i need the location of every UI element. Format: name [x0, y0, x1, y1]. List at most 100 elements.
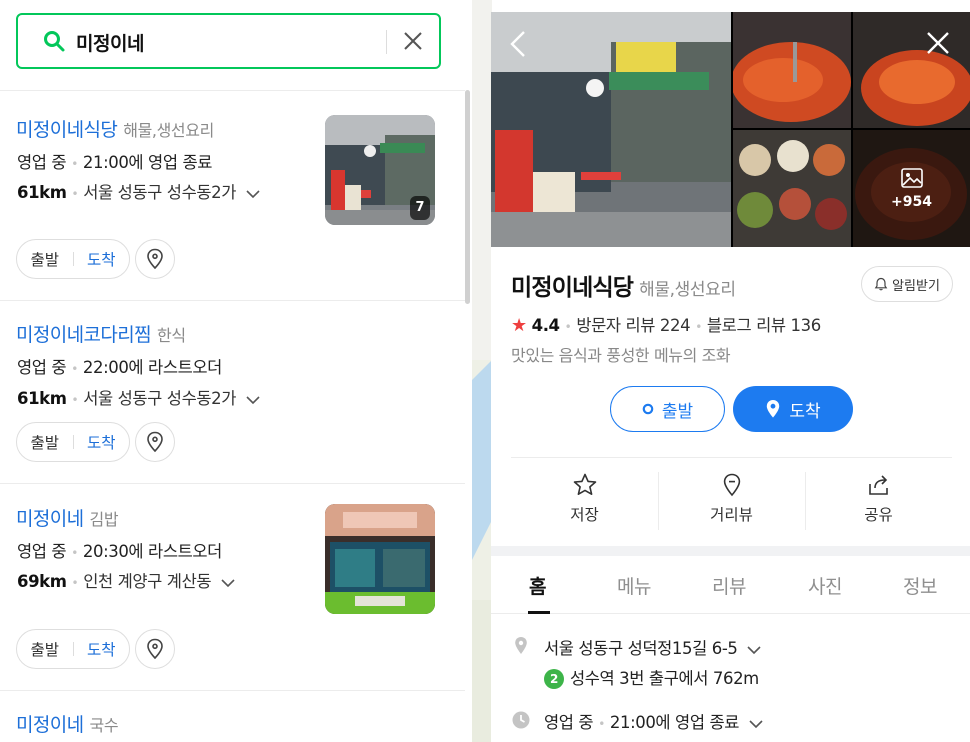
map-pin-icon — [147, 638, 163, 660]
arrive-button[interactable]: 도착 — [73, 431, 129, 453]
depart-button[interactable]: 출발 — [17, 431, 73, 453]
result-thumbnail[interactable] — [325, 504, 435, 614]
result-distance: 61km — [17, 389, 67, 408]
arrive-label: 도착 — [789, 401, 821, 422]
map-pin-button[interactable] — [135, 629, 175, 669]
section-gap — [491, 546, 970, 556]
status-label: 영업 중 — [17, 542, 67, 561]
result-title[interactable]: 미정이네식당 해물,생선요리 — [16, 115, 214, 142]
result-address-row[interactable]: 61km • 서울 성동구 성수동2가 — [17, 179, 260, 203]
search-icon — [44, 31, 65, 52]
results-scrollbar[interactable] — [465, 90, 470, 304]
depart-button[interactable]: 출발 — [17, 248, 73, 270]
visitor-reviews-link[interactable]: 방문자 리뷰 224 — [576, 316, 690, 335]
result-address-row[interactable]: 69km • 인천 계양구 계산동 — [17, 568, 235, 592]
street-view-label: 거리뷰 — [710, 506, 753, 524]
result-address: 서울 성동구 성수동2가 — [83, 389, 237, 408]
route-buttons: 출발 도착 — [16, 239, 130, 279]
map-pin-icon — [767, 400, 780, 418]
arrive-button[interactable]: 도착 — [73, 248, 129, 270]
actions-divider — [511, 457, 952, 458]
status-detail: 21:00에 영업 종료 — [609, 713, 740, 732]
map-pin-icon — [147, 248, 163, 270]
bell-icon — [874, 277, 888, 291]
depart-button[interactable]: 출발 — [610, 386, 725, 432]
clear-search-icon[interactable] — [402, 30, 424, 52]
hours-row[interactable]: 영업 중 • 21:00에 영업 종료 — [544, 709, 763, 733]
origin-dot-icon — [642, 403, 654, 415]
result-name[interactable]: 미정이네 — [16, 714, 84, 736]
tab-info[interactable]: 정보 — [903, 572, 937, 599]
tab-home[interactable]: 홈 — [529, 572, 546, 599]
food-photo[interactable] — [733, 130, 851, 247]
food-photo[interactable] — [853, 12, 970, 128]
result-divider — [0, 483, 465, 484]
map-background — [472, 0, 492, 742]
depart-button[interactable]: 출발 — [17, 638, 73, 660]
place-address: 서울 성동구 성덕정15길 6-5 — [544, 639, 738, 658]
side-dishes-photo — [733, 130, 851, 247]
map-pin-button[interactable] — [135, 239, 175, 279]
result-category: 김밥 — [89, 510, 119, 529]
rating-value: 4.4 — [531, 316, 560, 335]
tab-reviews[interactable]: 리뷰 — [712, 572, 746, 599]
arrive-button[interactable]: 도착 — [733, 386, 853, 432]
result-status: 영업 중 • 22:00에 라스트오더 — [17, 358, 222, 377]
search-input[interactable]: 미정이네 — [76, 29, 144, 56]
star-icon: ★ — [511, 315, 527, 336]
stew-photo — [733, 12, 851, 128]
result-title[interactable]: 미정이네 국수 — [16, 710, 119, 737]
place-category: 해물,생선요리 — [639, 280, 736, 300]
result-divider — [0, 300, 465, 301]
map-view[interactable] — [472, 0, 492, 742]
result-name[interactable]: 미정이네코다리찜 — [16, 324, 152, 346]
result-distance: 69km — [17, 572, 67, 591]
result-name[interactable]: 미정이네식당 — [16, 119, 118, 141]
chevron-down-icon[interactable] — [246, 189, 260, 199]
place-detail-panel: +954 미정이네식당 해물,생선요리 알림받기 ★ 4.4 • 방문자 리뷰 224… — [491, 12, 970, 742]
back-arrow-icon[interactable] — [507, 30, 531, 58]
rating-row: ★ 4.4 • 방문자 리뷰 224 • 블로그 리뷰 136 — [511, 315, 821, 336]
storefront-photo — [325, 504, 435, 614]
address-row[interactable]: 서울 성동구 성덕정15길 6-5 — [544, 635, 761, 659]
share-action[interactable]: 공유 — [805, 472, 952, 532]
result-category: 국수 — [89, 716, 119, 735]
star-outline-icon — [573, 473, 596, 496]
chevron-down-icon[interactable] — [749, 719, 763, 729]
map-pin-button[interactable] — [135, 422, 175, 462]
result-address-row[interactable]: 61km • 서울 성동구 성수동2가 — [17, 385, 260, 409]
result-divider — [0, 90, 465, 91]
close-icon[interactable] — [925, 30, 951, 56]
subway-row: 2 성수역 3번 출구에서 762m — [544, 665, 759, 689]
chevron-down-icon[interactable] — [246, 395, 260, 405]
result-title[interactable]: 미정이네 김밥 — [16, 504, 119, 531]
street-view-action[interactable]: 거리뷰 — [658, 472, 805, 532]
route-buttons: 출발 도착 — [16, 629, 130, 669]
result-status: 영업 중 • 21:00에 영업 종료 — [17, 153, 213, 172]
chevron-down-icon[interactable] — [747, 645, 761, 655]
chevron-down-icon[interactable] — [221, 578, 235, 588]
food-photo[interactable] — [733, 12, 851, 128]
arrive-button[interactable]: 도착 — [73, 638, 129, 660]
status-label: 영업 중 — [17, 358, 67, 377]
place-title: 미정이네식당 해물,생선요리 — [511, 268, 736, 302]
location-pin-icon — [515, 637, 527, 654]
detail-tabs: 홈 메뉴 리뷰 사진 정보 — [491, 556, 970, 614]
search-box[interactable]: 미정이네 — [16, 13, 441, 69]
street-view-pin-icon — [723, 473, 740, 497]
save-action[interactable]: 저장 — [511, 472, 658, 532]
result-address: 서울 성동구 성수동2가 — [83, 183, 237, 202]
tab-photos[interactable]: 사진 — [808, 572, 842, 599]
more-photos-tile[interactable]: +954 — [853, 130, 970, 247]
tab-menu[interactable]: 메뉴 — [617, 572, 651, 599]
result-title[interactable]: 미정이네코다리찜 한식 — [16, 320, 186, 347]
blog-reviews-link[interactable]: 블로그 리뷰 136 — [707, 316, 821, 335]
result-thumbnail[interactable]: 7 — [325, 115, 435, 225]
alarm-button[interactable]: 알림받기 — [861, 266, 953, 302]
status-detail: 20:30에 라스트오더 — [82, 542, 222, 561]
image-icon — [900, 167, 923, 188]
result-name[interactable]: 미정이네 — [16, 508, 84, 530]
result-distance: 61km — [17, 183, 67, 202]
active-tab-indicator — [528, 611, 550, 614]
place-description: 맛있는 음식과 풍성한 메뉴의 조화 — [511, 346, 731, 365]
